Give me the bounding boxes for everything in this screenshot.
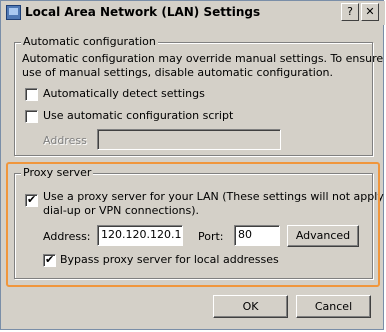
ok-button[interactable]: OK (213, 295, 288, 318)
title-bar[interactable]: Local Area Network (LAN) Settings ? ✕ (1, 1, 385, 25)
script-address-field[interactable] (97, 129, 281, 150)
auto-config-script-label[interactable]: Use automatic configuration script (43, 109, 233, 122)
proxy-highlight-outline (6, 162, 380, 287)
script-address-label: Address (43, 134, 87, 147)
close-button[interactable]: ✕ (361, 3, 379, 21)
window-title: Local Area Network (LAN) Settings (25, 5, 261, 19)
automatic-configuration-label: Automatic configuration (21, 35, 158, 48)
auto-config-description-line1: Automatic configuration may override man… (22, 52, 386, 65)
auto-config-description-line2: use of manual settings, disable automati… (22, 66, 334, 79)
auto-detect-label[interactable]: Automatically detect settings (43, 87, 205, 100)
lan-settings-dialog: Local Area Network (LAN) Settings ? ✕ Au… (0, 0, 386, 330)
cancel-button[interactable]: Cancel (296, 295, 371, 318)
network-icon (6, 5, 21, 20)
auto-config-script-checkbox[interactable] (25, 110, 38, 123)
help-button[interactable]: ? (341, 3, 359, 21)
auto-detect-checkbox[interactable] (25, 88, 38, 101)
